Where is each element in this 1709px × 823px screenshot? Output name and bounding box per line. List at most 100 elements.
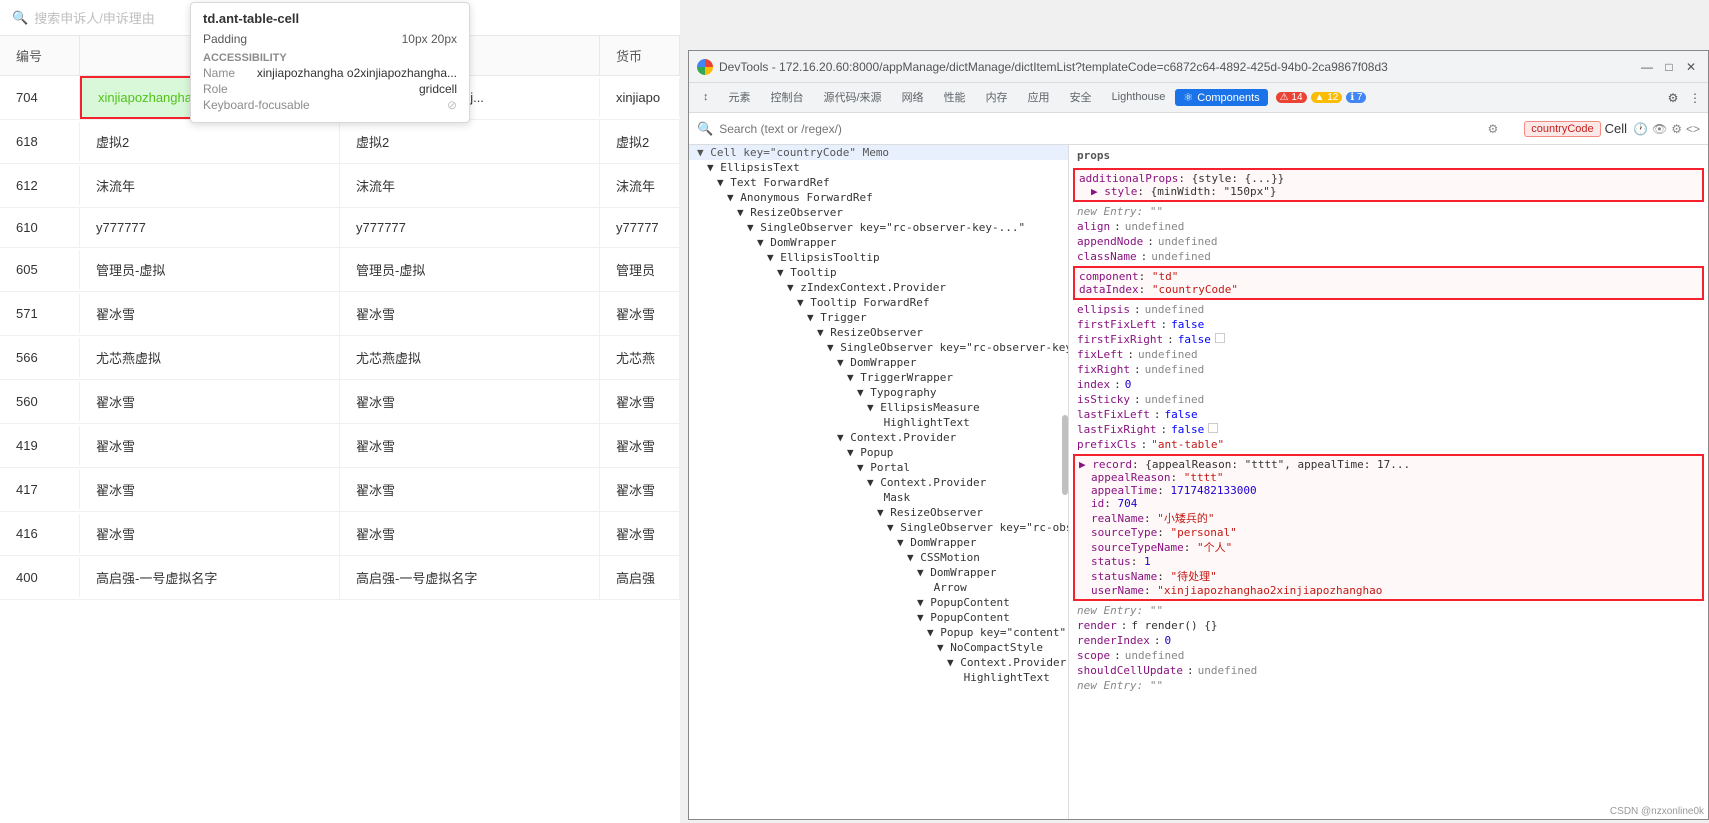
record-highlighted: ▶ record: {appealReason: "tttt", appealT…	[1073, 454, 1704, 601]
table-row[interactable]: 416 翟冰雪 翟冰雪 翟冰雪	[0, 512, 680, 556]
tree-node[interactable]: HighlightText	[689, 415, 1068, 430]
tree-node[interactable]: ▼ TriggerWrapper	[689, 370, 1068, 385]
devtools-title: DevTools - 172.16.20.60:8000/appManage/d…	[719, 60, 1638, 74]
cell-col4: 翟冰雪	[600, 468, 680, 511]
tab-components[interactable]: ⚛ Components	[1175, 89, 1267, 106]
table-row[interactable]: 566 尤芯燕虚拟 尤芯燕虚拟 尤芯燕	[0, 336, 680, 380]
tree-node[interactable]: ▼ Trigger	[689, 310, 1068, 325]
tree-node[interactable]: ▼ CSSMotion	[689, 550, 1068, 565]
devtools-window: DevTools - 172.16.20.60:8000/appManage/d…	[688, 50, 1709, 820]
cell-col3: 高启强-一号虚拟名字	[340, 556, 600, 599]
tree-node[interactable]: ▼ Tooltip ForwardRef	[689, 295, 1068, 310]
tree-node[interactable]: ▼ EllipsisText	[689, 160, 1068, 175]
minimize-button[interactable]: —	[1638, 58, 1656, 76]
prop-code-icon: <>	[1686, 122, 1700, 136]
isSticky-row: isSticky:undefined	[1069, 392, 1708, 407]
props-pane[interactable]: props additionalProps: {style: {...}} ▶ …	[1069, 145, 1708, 819]
tree-node[interactable]: ▼ DomWrapper	[689, 535, 1068, 550]
tree-pane[interactable]: ▼ Cell key="countryCode" Memo▼ EllipsisT…	[689, 145, 1069, 819]
cell-col2: 管理员-虚拟	[80, 248, 340, 291]
lastFixRight-row: lastFixRight:false	[1069, 422, 1708, 437]
tree-node[interactable]: ▼ SingleObserver key="rc-observer-key-..…	[689, 340, 1068, 355]
badge-errors: ⚠ 14	[1276, 92, 1307, 103]
tree-node[interactable]: ▼ PopupContent	[689, 610, 1068, 625]
tab-security[interactable]: 安全	[1060, 85, 1102, 111]
tree-node[interactable]: ▼ Cell key="countryCode" Memo	[689, 145, 1068, 160]
table-row[interactable]: 419 翟冰雪 翟冰雪 翟冰雪	[0, 424, 680, 468]
keyboard-label: Keyboard-focusable	[203, 98, 310, 112]
shouldCellUpdate-row: shouldCellUpdate:undefined	[1069, 663, 1708, 678]
table-row[interactable]: 618 虚拟2 虚拟2 虚拟2	[0, 120, 680, 164]
table-row[interactable]: 605 管理员-虚拟 管理员-虚拟 管理员	[0, 248, 680, 292]
role-label: Role	[203, 82, 228, 96]
tooltip-popup: td.ant-table-cell Padding 10px 20px ACCE…	[190, 2, 470, 123]
tab-performance[interactable]: 性能	[934, 85, 976, 111]
tree-node[interactable]: HighlightText	[689, 670, 1068, 685]
cell-col3: 翟冰雪	[340, 468, 600, 511]
cell-id: 704	[0, 78, 80, 117]
tree-node[interactable]: ▼ Anonymous ForwardRef	[689, 190, 1068, 205]
tree-node[interactable]: ▼ Text ForwardRef	[689, 175, 1068, 190]
tree-node[interactable]: ▼ DomWrapper	[689, 235, 1068, 250]
tree-node[interactable]: ▼ Context.Provider	[689, 430, 1068, 445]
cell-id: 416	[0, 514, 80, 553]
tree-node[interactable]: ▼ EllipsisTooltip	[689, 250, 1068, 265]
userName-row: userName: "xinjiapozhanghao2xinjiapozhan…	[1079, 584, 1698, 597]
render-row: render:f render() {}	[1069, 618, 1708, 633]
tree-node[interactable]: ▼ Popup	[689, 445, 1068, 460]
tab-console[interactable]: 控制台	[761, 85, 814, 111]
tree-node[interactable]: ▼ ResizeObserver	[689, 325, 1068, 340]
more-button[interactable]: ⋮	[1686, 89, 1704, 107]
className-row: className:undefined	[1069, 249, 1708, 264]
table-row[interactable]: 400 高启强-一号虚拟名字 高启强-一号虚拟名字 高启强	[0, 556, 680, 600]
cell-col3: 虚拟2	[340, 120, 600, 163]
table-row[interactable]: 610 y777777 y777777 y77777	[0, 208, 680, 248]
cell-id: 566	[0, 338, 80, 377]
tab-memory[interactable]: 内存	[976, 85, 1018, 111]
tooltip-element-name: td.ant-table-cell	[203, 11, 457, 26]
keyboard-icon: ⊘	[447, 98, 457, 112]
tree-node[interactable]: ▼ EllipsisMeasure	[689, 400, 1068, 415]
tab-sources[interactable]: 源代码/来源	[814, 85, 892, 111]
table-row[interactable]: 571 翟冰雪 翟冰雪 翟冰雪	[0, 292, 680, 336]
tree-node[interactable]: ▼ Typography	[689, 385, 1068, 400]
table-row[interactable]: 417 翟冰雪 翟冰雪 翟冰雪	[0, 468, 680, 512]
tree-node[interactable]: ▼ SingleObserver key="rc-observer-key-..…	[689, 220, 1068, 235]
tab-cursor[interactable]: ↕	[693, 87, 719, 109]
tab-application[interactable]: 应用	[1018, 85, 1060, 111]
tree-node[interactable]: ▼ SingleObserver key="rc-observer-key-..…	[689, 520, 1068, 535]
tree-node[interactable]: ▼ ResizeObserver	[689, 205, 1068, 220]
search-settings-icon[interactable]: ⚙	[1487, 122, 1498, 136]
tree-node[interactable]: ▼ ResizeObserver	[689, 505, 1068, 520]
cell-id: 605	[0, 250, 80, 289]
tree-node[interactable]: ▼ Popup key="content"	[689, 625, 1068, 640]
tree-node[interactable]: ▼ zIndexContext.Provider	[689, 280, 1068, 295]
accessibility-header: ACCESSIBILITY	[203, 52, 457, 64]
tree-node[interactable]: Mask	[689, 490, 1068, 505]
maximize-button[interactable]: □	[1660, 58, 1678, 76]
tab-elements[interactable]: 元素	[719, 85, 761, 111]
tree-node[interactable]: ▼ Context.Provider	[689, 475, 1068, 490]
devtools-search-bar: 🔍 ⚙ countryCode Cell 🕐 👁 ⚙ <>	[689, 113, 1708, 145]
cell-col4: 虚拟2	[600, 120, 680, 163]
tree-node[interactable]: ▼ PopupContent	[689, 595, 1068, 610]
tab-lighthouse[interactable]: Lighthouse	[1102, 87, 1176, 109]
table-row[interactable]: 612 沫流年 沫流年 沫流年	[0, 164, 680, 208]
cell-col4: 翟冰雪	[600, 424, 680, 467]
tree-node[interactable]: ▼ Tooltip	[689, 265, 1068, 280]
tree-node[interactable]: ▼ NoCompactStyle	[689, 640, 1068, 655]
settings-button[interactable]: ⚙	[1664, 89, 1682, 107]
tree-node[interactable]: Arrow	[689, 580, 1068, 595]
cell-col3: y777777	[340, 208, 600, 247]
cell-col2: 翟冰雪	[80, 424, 340, 467]
tree-node[interactable]: ▼ Context.Provider	[689, 655, 1068, 670]
tree-node[interactable]: ▼ Portal	[689, 460, 1068, 475]
table-row[interactable]: 560 翟冰雪 翟冰雪 翟冰雪	[0, 380, 680, 424]
tab-network[interactable]: 网络	[892, 85, 934, 111]
tree-scrollbar[interactable]	[1062, 415, 1068, 495]
close-button[interactable]: ✕	[1682, 58, 1700, 76]
tree-node[interactable]: ▼ DomWrapper	[689, 565, 1068, 580]
devtools-search-input[interactable]	[719, 122, 1481, 136]
tree-node[interactable]: ▼ DomWrapper	[689, 355, 1068, 370]
cell-col4: 翟冰雪	[600, 292, 680, 335]
